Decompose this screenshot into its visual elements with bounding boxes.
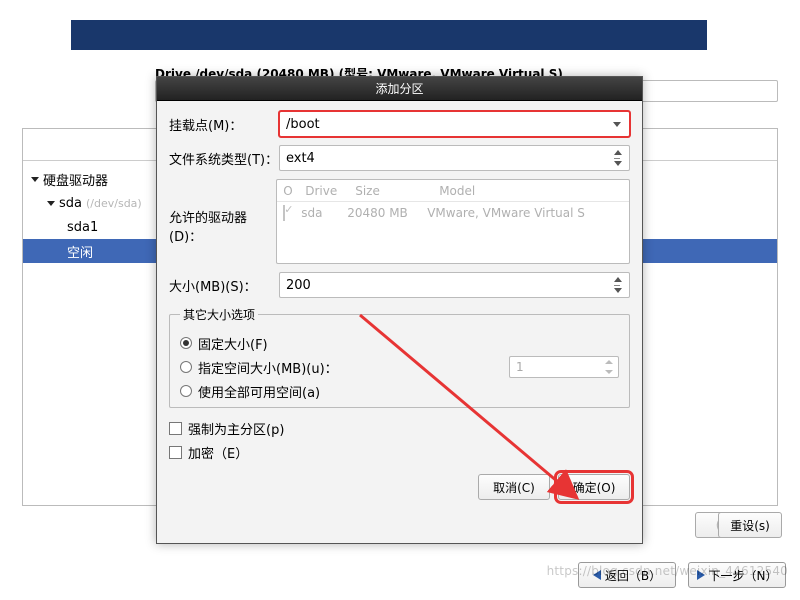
opt-upto-row[interactable]: 指定空间大小(MB)(u)： 1 (180, 355, 619, 379)
tree-label: 空闲 (67, 242, 93, 261)
size-options-legend: 其它大小选项 (180, 306, 258, 323)
size-label: 大小(MB)(S)： (169, 276, 279, 295)
tree-label: sda (59, 196, 82, 211)
spinner-arrows-icon (612, 276, 624, 294)
fs-type-combo[interactable]: ext4 (279, 145, 630, 171)
mount-point-label: 挂载点(M)： (169, 115, 279, 134)
opt-upto-spinner: 1 (509, 356, 619, 378)
col-model: Model (439, 184, 619, 198)
opt-fill-label: 使用全部可用空间(a) (198, 382, 320, 401)
fs-type-value: ext4 (286, 151, 315, 166)
opt-upto-label: 指定空间大小(MB)(u)： (198, 358, 338, 377)
watermark-text: https://blog.csdn.net/weixin_44612540 (547, 564, 788, 578)
installer-top-banner (71, 20, 707, 50)
radio-icon (180, 385, 192, 397)
ok-button[interactable]: 确定(O) (558, 474, 630, 500)
opt-fill-row[interactable]: 使用全部可用空间(a) (180, 379, 619, 403)
chevron-down-icon (31, 177, 39, 182)
allowable-drives-label: 允许的驱动器(D)： (169, 179, 276, 245)
spinner-arrows-icon (604, 359, 614, 375)
cancel-label: 取消(C) (493, 479, 535, 496)
encrypt-label: 加密（E） (188, 443, 248, 462)
size-spinner[interactable]: 200 (279, 272, 630, 298)
tree-path: (/dev/sda) (86, 197, 142, 210)
ok-label: 确定(O) (573, 479, 616, 496)
drives-row-drive: sda (301, 206, 347, 220)
opt-fixed-row[interactable]: 固定大小(F) (180, 331, 619, 355)
allowable-drives-list[interactable]: O Drive Size Model sda 20480 MB VMware, … (276, 179, 630, 264)
mount-point-value: /boot (286, 117, 320, 132)
force-primary-label: 强制为主分区(p) (188, 419, 284, 438)
mount-point-combo[interactable]: /boot (279, 111, 630, 137)
encrypt-row[interactable]: 加密（E） (169, 440, 630, 464)
col-o: O (283, 184, 301, 198)
radio-icon (180, 337, 192, 349)
spinner-arrows-icon (612, 149, 624, 167)
drives-header-row: O Drive Size Model (277, 180, 629, 202)
fs-type-label: 文件系统类型(T)： (169, 149, 279, 168)
drives-row-size: 20480 MB (347, 206, 427, 220)
size-options-group: 其它大小选项 固定大小(F) 指定空间大小(MB)(u)： 1 使用全部可用空间… (169, 306, 630, 408)
cancel-button[interactable]: 取消(C) (478, 474, 550, 500)
chevron-down-icon (47, 201, 55, 206)
tree-label: sda1 (67, 220, 98, 235)
drives-row-model: VMware, VMware Virtual S (427, 206, 623, 220)
drives-row[interactable]: sda 20480 MB VMware, VMware Virtual S (277, 202, 629, 224)
reset-button-bg[interactable]: 重设(s) (718, 512, 782, 538)
tree-label: 硬盘驱动器 (43, 170, 108, 189)
checkbox-icon (169, 422, 182, 435)
checkbox-disabled-icon (283, 205, 285, 221)
opt-fixed-label: 固定大小(F) (198, 334, 268, 353)
radio-icon (180, 361, 192, 373)
dialog-title: 添加分区 (157, 77, 642, 101)
opt-upto-value: 1 (516, 360, 524, 374)
col-drive: Drive (305, 184, 351, 198)
checkbox-icon (169, 446, 182, 459)
col-size: Size (355, 184, 435, 198)
force-primary-row[interactable]: 强制为主分区(p) (169, 416, 630, 440)
add-partition-dialog: 添加分区 挂载点(M)： /boot 文件系统类型(T)： ext4 允许的驱动… (156, 76, 643, 544)
size-value: 200 (286, 278, 311, 293)
